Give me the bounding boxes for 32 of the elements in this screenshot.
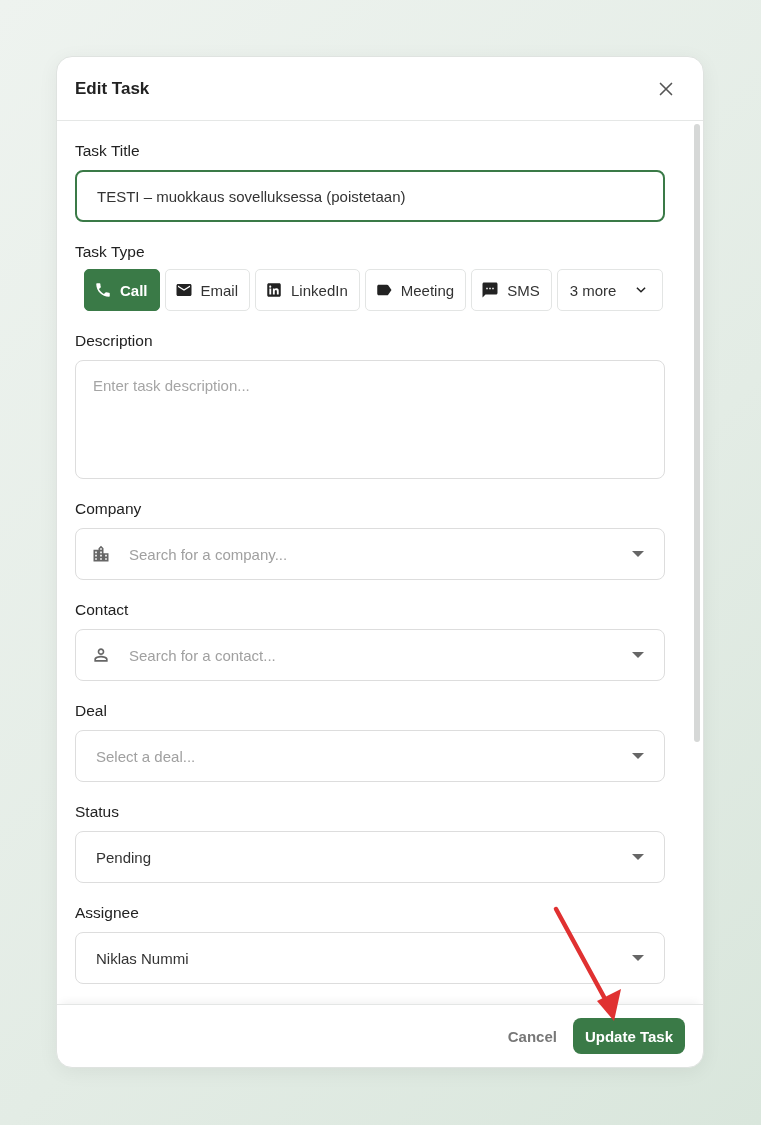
cancel-button[interactable]: Cancel — [507, 1019, 557, 1053]
task-type-chip[interactable]: LinkedIn — [255, 269, 360, 311]
select-field[interactable]: Niklas Nummi — [75, 932, 665, 984]
field-label: Contact — [75, 600, 130, 620]
dropdown-caret-icon — [632, 753, 644, 759]
field-label: Deal — [75, 701, 108, 721]
more-types-dropdown[interactable]: 3 more — [556, 269, 664, 311]
text-input-field[interactable]: TESTI – muokkaus sovelluksessa (poistetaan) — [75, 170, 665, 222]
task-type-chip[interactable]: Meeting — [364, 269, 467, 311]
phone-icon — [94, 281, 112, 299]
chat-bubble-icon — [481, 281, 500, 299]
dropdown-caret-icon — [632, 854, 644, 860]
dropdown-caret-icon — [632, 551, 644, 557]
field-label: Status — [75, 802, 120, 822]
select-field[interactable]: Pending — [75, 831, 665, 883]
field-label: Description — [75, 331, 154, 351]
description-field[interactable]: Enter task description... — [75, 360, 665, 479]
task-type-chip[interactable]: Call — [84, 269, 160, 311]
dropdown-caret-icon — [632, 652, 644, 658]
field-label: Company — [75, 499, 143, 519]
dialog-title: Edit Task — [75, 78, 150, 99]
building-icon — [91, 544, 111, 564]
envelope-icon — [174, 281, 193, 299]
linkedin-icon — [265, 281, 284, 299]
field-label: Task Title — [75, 141, 141, 161]
field-label: Task Type — [75, 242, 146, 262]
scrollbar-thumb[interactable] — [694, 124, 700, 742]
task-type-chip[interactable]: SMS — [471, 269, 552, 311]
field-label: Assignee — [75, 903, 140, 923]
dropdown-caret-icon — [632, 955, 644, 961]
task-type-chip[interactable]: Email — [164, 269, 251, 311]
update-button[interactable]: Update Task — [572, 1018, 685, 1054]
